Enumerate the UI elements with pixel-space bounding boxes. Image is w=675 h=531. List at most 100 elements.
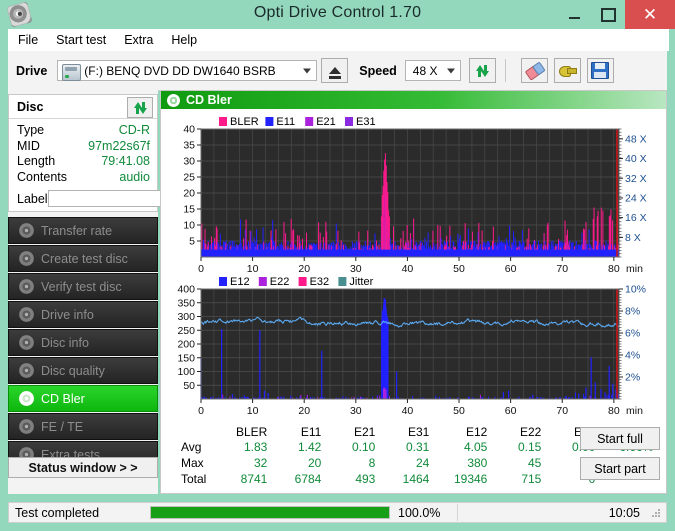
toolbar: Drive (F:) BENQ DVD DD DW1640 BSRB Speed… — [8, 51, 667, 91]
avg-e21: 0.10 — [352, 440, 376, 454]
svg-text:80: 80 — [608, 405, 620, 417]
sidebar-item-disc-quality[interactable]: Disc quality — [8, 357, 158, 384]
sidebar-item-label: Disc info — [41, 335, 89, 350]
col-e12: E12 — [466, 425, 488, 439]
start-full-button[interactable]: Start full — [580, 427, 660, 450]
svg-text:8%: 8% — [625, 306, 640, 318]
disc-icon — [19, 251, 34, 266]
sidebar-item-create-test-disc[interactable]: Create test disc — [8, 245, 158, 272]
progress-percent: 100.0% — [398, 505, 441, 520]
drive-label: Drive — [16, 63, 48, 78]
svg-text:E21: E21 — [316, 116, 336, 128]
application-window: Opti Drive Control 1.70 ✕ File Start tes… — [0, 0, 675, 531]
disc-label-row: Label — [17, 188, 217, 209]
disc-label-key: Label — [17, 191, 48, 206]
maximize-button[interactable] — [591, 0, 625, 29]
eraser-icon — [523, 60, 546, 81]
svg-text:20: 20 — [298, 263, 310, 275]
status-bar: Test completed 100.0% 10:05 — [8, 502, 667, 523]
resize-grip-icon[interactable] — [650, 507, 662, 519]
close-icon: ✕ — [642, 4, 658, 24]
window-controls: ✕ — [557, 0, 675, 29]
save-button[interactable] — [586, 58, 614, 83]
status-message: Test completed — [15, 505, 100, 520]
svg-text:80: 80 — [608, 263, 620, 275]
disc-row-contents: Contents audio — [17, 170, 150, 186]
svg-text:250: 250 — [177, 325, 195, 337]
total-e11: 6784 — [294, 472, 322, 486]
disc-icon — [19, 279, 34, 294]
menu-item-file[interactable]: File — [9, 31, 47, 49]
close-button[interactable]: ✕ — [625, 0, 675, 29]
svg-text:50: 50 — [453, 405, 465, 417]
left-panel: Disc Type CD-R MID 97m22s67f Length 79:4… — [8, 90, 217, 494]
start-part-button[interactable]: Start part — [580, 457, 660, 480]
svg-text:30: 30 — [350, 263, 362, 275]
statistics-area: BLER E11 E21 E31 E12 E22 E32 Jitter Avg … — [161, 423, 666, 493]
sidebar-item-label: Verify test disc — [41, 279, 122, 294]
disc-icon — [19, 335, 34, 350]
disc-card-header: Disc — [9, 95, 157, 119]
menu-item-help[interactable]: Help — [162, 31, 206, 49]
tools-button[interactable] — [553, 58, 581, 83]
sidebar-item-fe-te[interactable]: FE / TE — [8, 413, 158, 440]
menu-item-start-test[interactable]: Start test — [47, 31, 115, 49]
charts-area: 5 10 15 20 25 30 35 40 8 X 16 X 24 X 32 X 40 X 48 X 0 1… — [161, 109, 666, 424]
svg-text:100: 100 — [177, 366, 195, 378]
col-bler: BLER — [236, 425, 268, 439]
svg-text:min: min — [626, 263, 643, 275]
drive-icon — [62, 64, 82, 81]
disc-row-type: Type CD-R — [17, 123, 150, 139]
refresh-button[interactable] — [468, 58, 496, 83]
sidebar-item-cd-bler[interactable]: CD Bler — [8, 385, 158, 412]
refresh-icon — [475, 64, 490, 78]
speed-select[interactable]: 48 X — [404, 60, 461, 81]
svg-text:400: 400 — [177, 284, 195, 296]
svg-text:40: 40 — [402, 405, 414, 417]
svg-text:25: 25 — [183, 172, 195, 184]
disc-row-length-key: Length — [17, 154, 56, 168]
svg-text:150: 150 — [177, 352, 195, 364]
disc-refresh-button[interactable] — [127, 97, 153, 118]
sidebar-item-transfer-rate[interactable]: Transfer rate — [8, 217, 158, 244]
svg-text:30: 30 — [183, 156, 195, 168]
disc-icon — [19, 223, 34, 238]
eject-button[interactable] — [321, 58, 349, 83]
tools-icon — [559, 63, 578, 78]
svg-text:24 X: 24 X — [625, 193, 647, 205]
svg-text:50: 50 — [453, 263, 465, 275]
svg-text:200: 200 — [177, 339, 195, 351]
sidebar-item-verify-test-disc[interactable]: Verify test disc — [8, 273, 158, 300]
svg-text:350: 350 — [177, 297, 195, 309]
sidebar-item-disc-info[interactable]: Disc info — [8, 329, 158, 356]
menu-item-extra[interactable]: Extra — [115, 31, 162, 49]
status-window-button[interactable]: Status window > > — [8, 457, 158, 478]
svg-text:5: 5 — [189, 236, 195, 248]
panel-header: CD Bler — [161, 91, 666, 109]
svg-text:60: 60 — [505, 405, 517, 417]
svg-text:10: 10 — [183, 220, 195, 232]
sidebar-item-label: Create test disc — [41, 251, 128, 266]
disc-row-contents-key: Contents — [17, 169, 68, 184]
drive-select[interactable]: (F:) BENQ DVD DD DW1640 BSRB — [57, 60, 318, 81]
svg-text:32 X: 32 X — [625, 173, 647, 185]
start-buttons: Start full Start part — [580, 427, 660, 487]
svg-text:48 X: 48 X — [625, 133, 647, 145]
speed-select-value: 48 X — [412, 63, 438, 78]
svg-text:20: 20 — [183, 188, 195, 200]
minimize-button[interactable] — [557, 0, 591, 29]
total-bler: 8741 — [240, 472, 268, 486]
disc-icon — [19, 419, 34, 434]
refresh-icon — [133, 101, 148, 115]
disc-row-length: Length 79:41.08 — [17, 154, 150, 170]
svg-text:10: 10 — [247, 263, 259, 275]
erase-button[interactable] — [520, 58, 548, 83]
col-e11: E11 — [300, 425, 322, 439]
svg-text:70: 70 — [556, 263, 568, 275]
menu-bar: File Start test Extra Help — [8, 29, 669, 51]
sidebar-item-drive-info[interactable]: Drive info — [8, 301, 158, 328]
disc-icon — [19, 391, 34, 406]
stats-corner — [181, 425, 216, 439]
svg-text:40 X: 40 X — [625, 153, 647, 165]
svg-text:70: 70 — [556, 405, 568, 417]
